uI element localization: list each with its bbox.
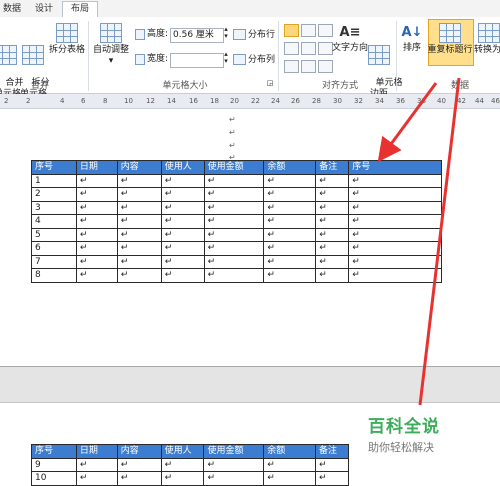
watermark-title: 百科全说 [368, 417, 440, 437]
arrow-to-header-row [377, 82, 438, 163]
watermark-logo: 百科全说 助你轻松解决 [368, 412, 440, 455]
watermark-subtitle: 助你轻松解决 [368, 441, 434, 454]
arrow-to-second-page [418, 77, 461, 406]
